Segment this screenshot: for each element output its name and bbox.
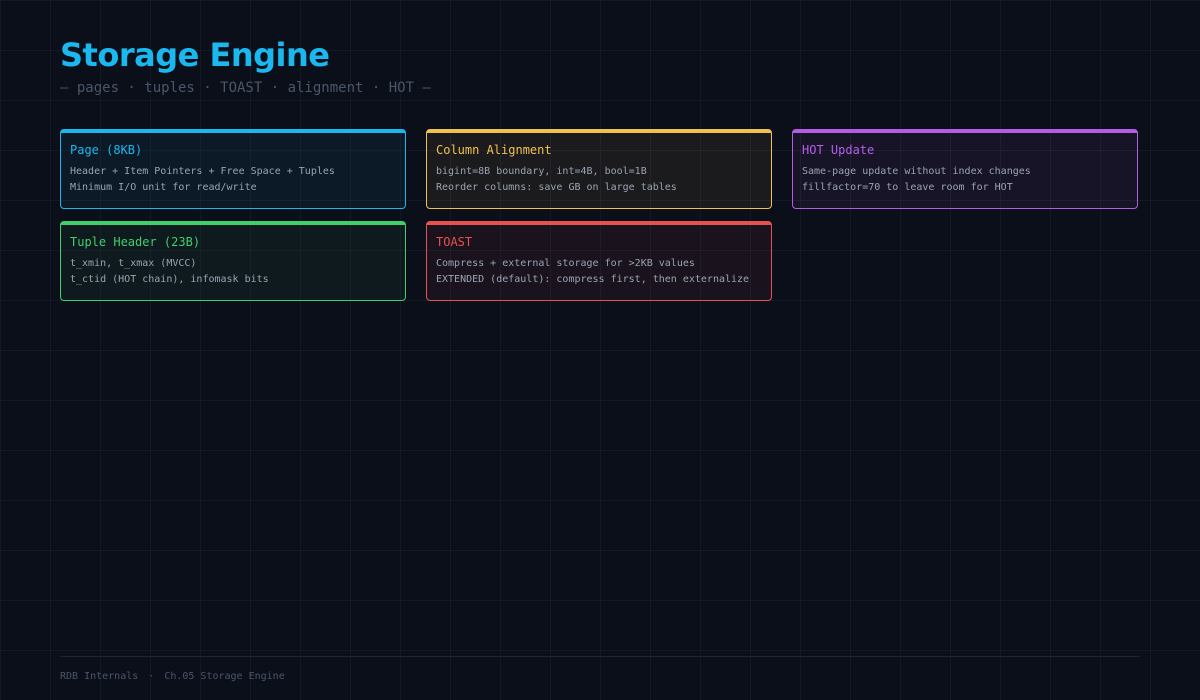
card-line: t_xmin, t_xmax (MVCC) bbox=[70, 258, 197, 269]
card-toast: TOAST Compress + external storage for >2… bbox=[426, 221, 772, 301]
card-column-alignment: Column Alignment bigint=8B boundary, int… bbox=[426, 129, 772, 209]
card-tuple-header: Tuple Header (23B) t_xmin, t_xmax (MVCC)… bbox=[60, 221, 406, 301]
card-line: EXTENDED (default): compress first, then… bbox=[436, 274, 750, 285]
card-title: Page (8KB) bbox=[70, 143, 143, 157]
card-title: Column Alignment bbox=[436, 143, 552, 157]
card-line: bigint=8B boundary, int=4B, bool=1B bbox=[436, 166, 647, 177]
page-title: Storage Engine bbox=[60, 36, 330, 74]
card-line: Same-page update without index changes bbox=[802, 166, 1031, 177]
card-title: Tuple Header (23B) bbox=[70, 235, 201, 249]
footer-book: RDB Internals bbox=[60, 671, 139, 682]
card-line: t_ctid (HOT chain), infomask bits bbox=[70, 274, 269, 285]
footer-separator: · bbox=[148, 671, 155, 682]
footer-divider bbox=[60, 656, 1140, 657]
card-line: Header + Item Pointers + Free Space + Tu… bbox=[70, 166, 335, 177]
card-line: Compress + external storage for >2KB val… bbox=[436, 258, 695, 269]
card-line: Reorder columns: save GB on large tables bbox=[436, 182, 677, 193]
page-subtitle: — pages · tuples · TOAST · alignment · H… bbox=[60, 80, 431, 96]
card-page: Page (8KB) Header + Item Pointers + Free… bbox=[60, 129, 406, 209]
card-line: fillfactor=70 to leave room for HOT bbox=[802, 182, 1013, 193]
footer: RDB Internals · Ch.05 Storage Engine bbox=[60, 671, 285, 682]
footer-chapter: Ch.05 Storage Engine bbox=[164, 671, 285, 682]
card-line: Minimum I/O unit for read/write bbox=[70, 182, 257, 193]
card-hot-update: HOT Update Same-page update without inde… bbox=[792, 129, 1138, 209]
card-title: HOT Update bbox=[802, 143, 875, 157]
card-title: TOAST bbox=[436, 235, 473, 249]
